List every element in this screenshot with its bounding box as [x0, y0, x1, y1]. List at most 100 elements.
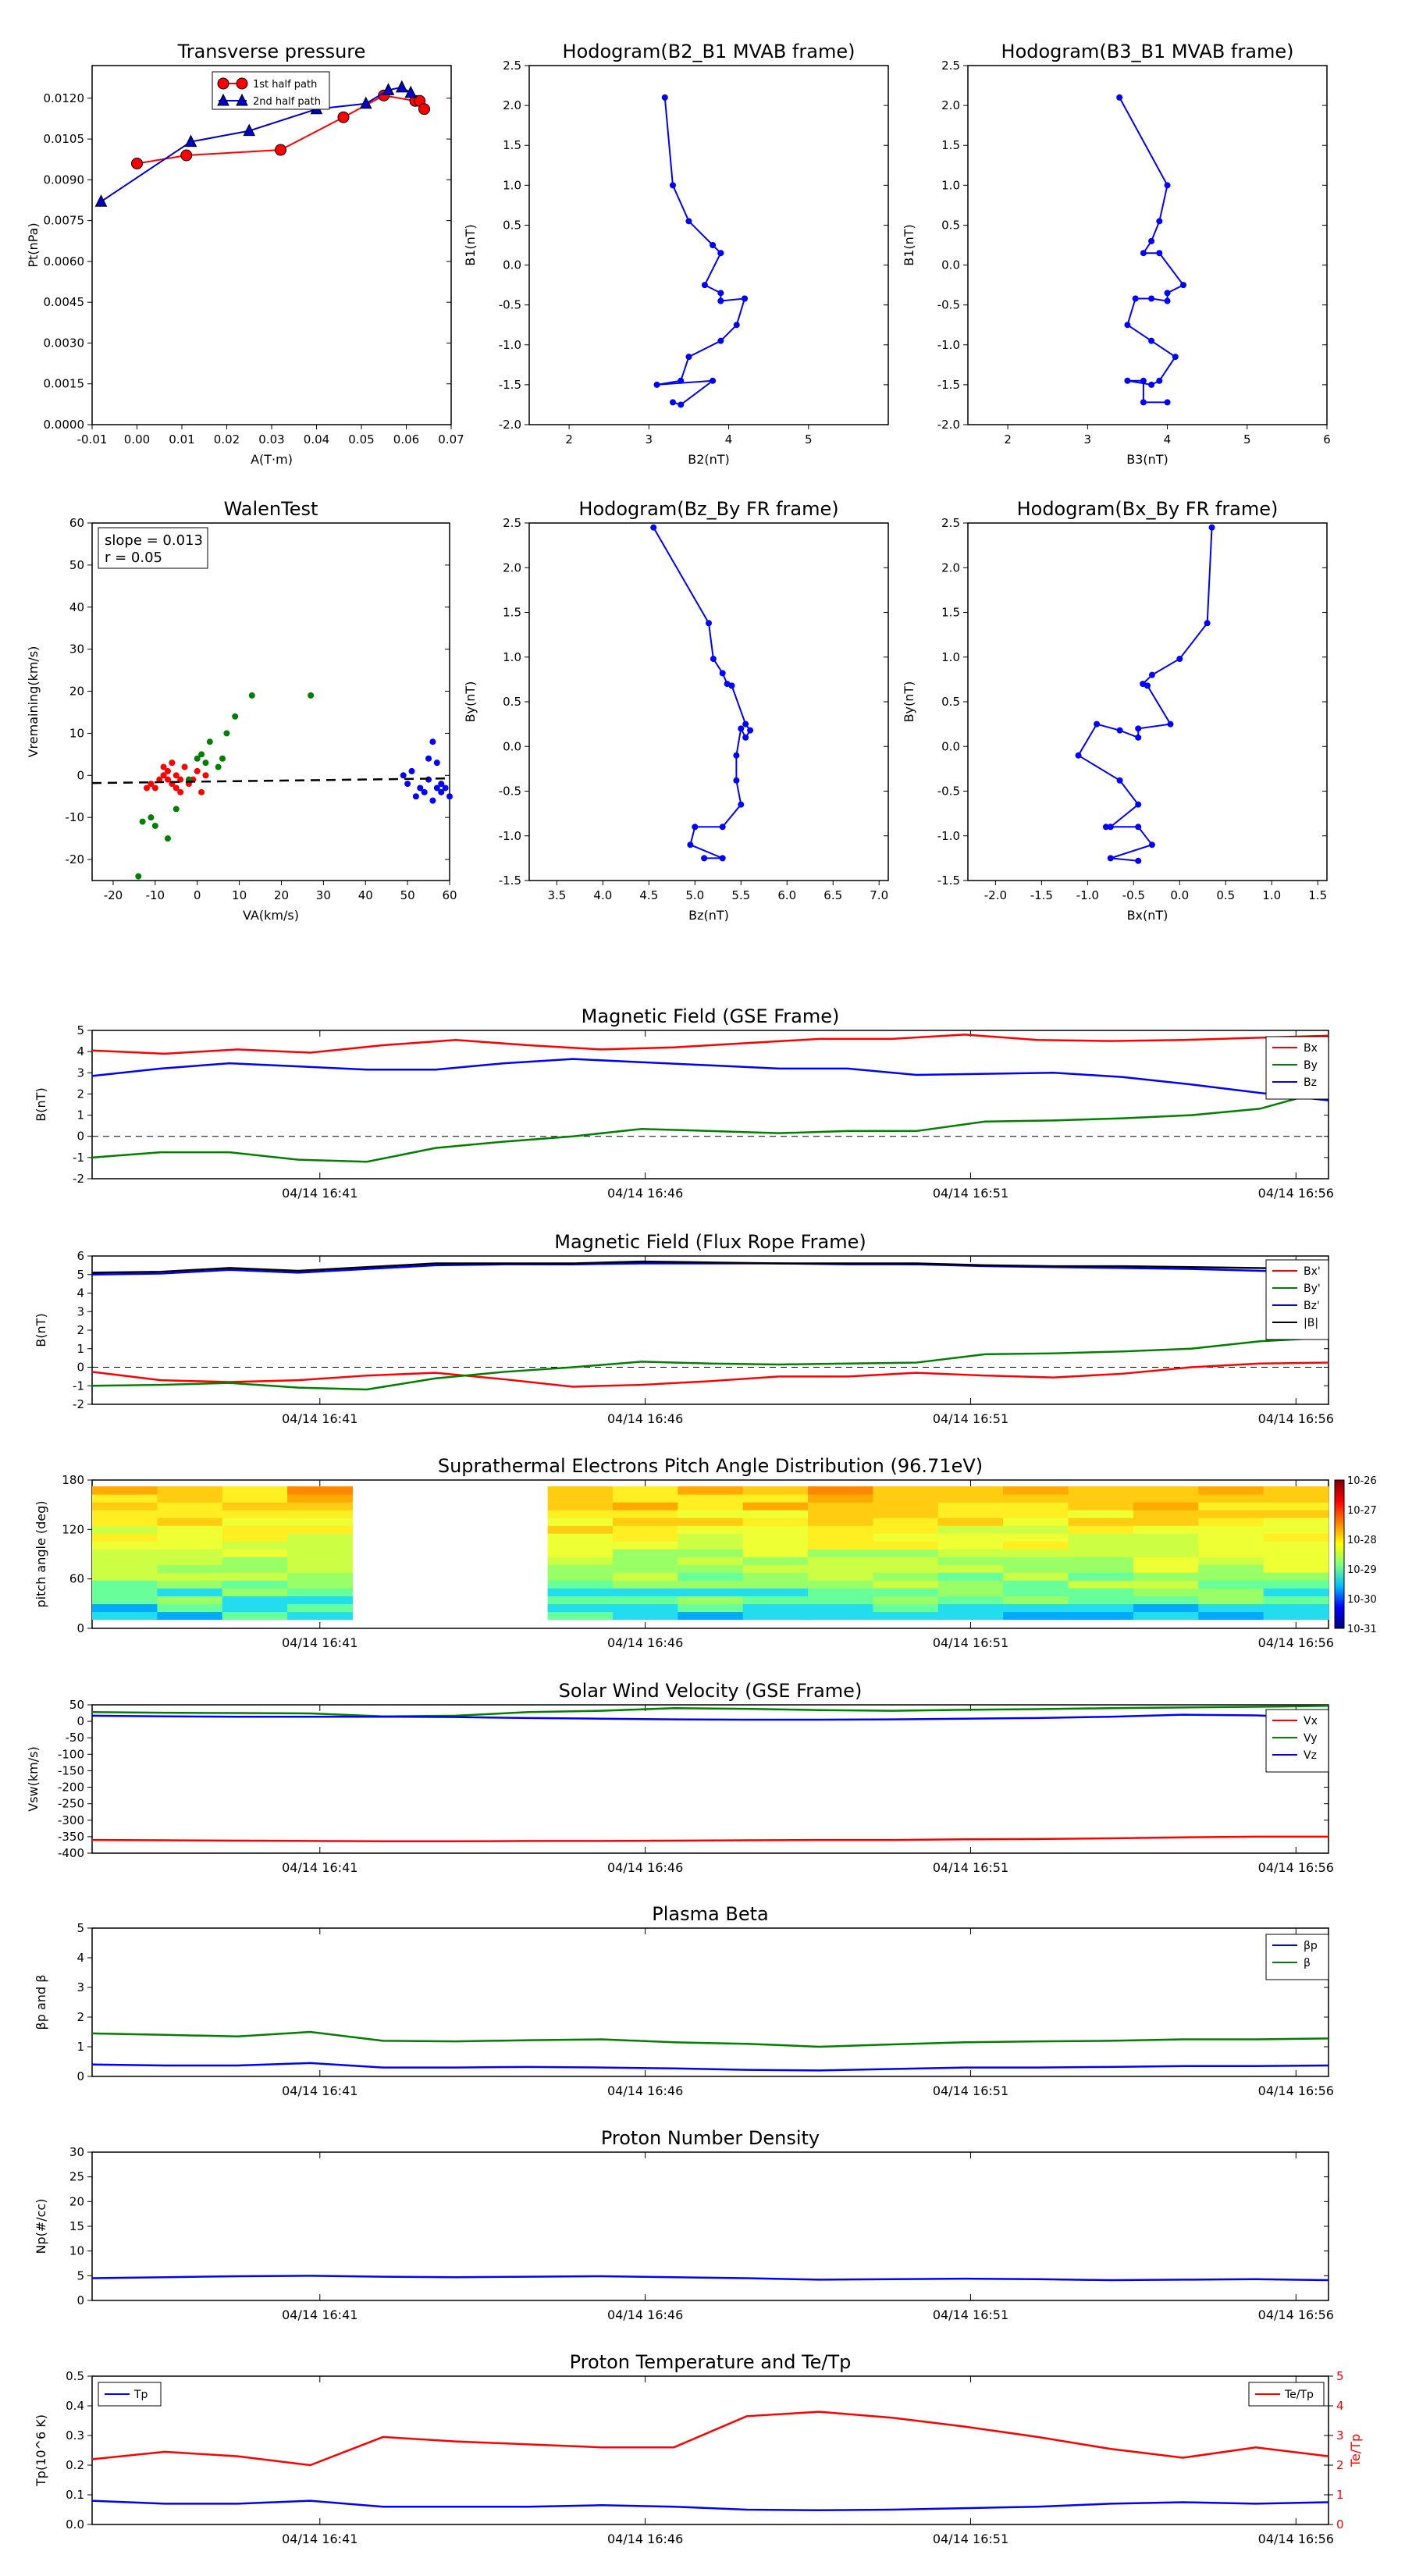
time-tick-label: 04/14 16:56: [1258, 2307, 1334, 2322]
time-tick-label: 04/14 16:56: [1258, 1860, 1334, 1875]
data-point: [661, 94, 668, 101]
x-tick-label: 4.0: [593, 888, 612, 902]
heatmap-cell: [222, 1549, 288, 1557]
heatmap-cell: [222, 1603, 288, 1613]
y-tick-label: 1: [76, 1342, 84, 1356]
heatmap-cell: [157, 1517, 223, 1526]
heatmap-cell: [1068, 1502, 1134, 1510]
heatmap-cell: [873, 1611, 939, 1621]
heatmap-cell: [222, 1596, 288, 1605]
heatmap-cell: [1068, 1549, 1134, 1557]
heatmap-cell: [1003, 1549, 1069, 1557]
chart-title: Plasma Beta: [652, 1903, 768, 1925]
y-tick-label: 1.5: [503, 138, 521, 152]
data-point: [1156, 218, 1163, 225]
heatmap-cell: [1133, 1572, 1199, 1581]
heatmap-cell: [222, 1580, 288, 1589]
data-point: [1164, 297, 1171, 304]
y-tick-label: 50: [69, 1698, 84, 1712]
data-point: [395, 80, 408, 93]
data-point: [1148, 381, 1155, 388]
x-tick-label: -10: [146, 888, 165, 902]
heatmap-cell: [1263, 1502, 1329, 1510]
heatmap-cell: [1133, 1603, 1199, 1613]
heatmap-cell: [1198, 1486, 1264, 1495]
data-point: [733, 777, 740, 784]
heatmap-cell: [1003, 1494, 1069, 1503]
data-point: [202, 760, 209, 767]
y-tick-label: 0.0: [941, 258, 960, 272]
time-tick-label: 04/14 16:51: [933, 2307, 1008, 2322]
chart-title: Transverse pressure: [177, 41, 366, 62]
heatmap-cell: [1133, 1541, 1199, 1550]
data-point: [710, 242, 717, 248]
heatmap-cell: [742, 1596, 809, 1605]
y-tick-label: -0.5: [499, 785, 521, 799]
y-tick-label: 1.0: [941, 178, 960, 192]
legend-label: βp: [1304, 1940, 1318, 1952]
heatmap-cell: [547, 1611, 614, 1621]
y-tick-label: 2: [76, 1087, 84, 1101]
y-axis-label: B(nT): [34, 1087, 48, 1121]
heatmap-cell: [1068, 1510, 1134, 1518]
heatmap-cell: [1263, 1596, 1329, 1605]
heatmap-cell: [808, 1510, 873, 1518]
heatmap-cell: [612, 1611, 678, 1621]
heatmap-cell: [937, 1541, 1004, 1550]
heatmap-cell: [1068, 1580, 1134, 1589]
heatmap-cell: [287, 1580, 353, 1589]
heatmap-cell: [157, 1603, 223, 1613]
data-point: [151, 822, 158, 829]
heatmap-cell: [742, 1572, 809, 1581]
x-tick-label: -1.5: [1030, 888, 1053, 902]
data-point: [148, 814, 155, 821]
y-tick-label: 180: [62, 1473, 84, 1487]
y-tick-label: 60: [69, 1572, 84, 1586]
heatmap-cell: [1068, 1572, 1134, 1581]
data-point: [173, 806, 180, 813]
series-line-0: [91, 1034, 1329, 1055]
x-tick-label: 0.03: [258, 432, 284, 447]
data-point: [1132, 295, 1139, 302]
y-axis-label: Vsw(km/s): [26, 1746, 41, 1811]
heatmap-cell: [937, 1557, 1004, 1565]
y-tick-label: 0.1: [66, 2488, 84, 2502]
heatmap-cell: [1198, 1572, 1264, 1581]
data-point: [685, 218, 692, 225]
y-tick-label: -1: [73, 1379, 84, 1393]
data-point: [1148, 337, 1155, 344]
y-tick-label: -2.0: [499, 418, 521, 432]
heatmap-cell: [92, 1603, 158, 1613]
plot-frame: [528, 65, 889, 425]
x-tick-label: 0.01: [169, 432, 194, 447]
heatmap-cell: [742, 1564, 809, 1573]
x-axis-label: VA(km/s): [243, 908, 299, 923]
heatmap-cell: [612, 1557, 678, 1565]
heatmap-cell: [1133, 1510, 1199, 1518]
data-point: [1172, 354, 1179, 361]
data-point: [164, 835, 171, 842]
heatmap-cell: [222, 1525, 288, 1534]
heatmap-cell: [873, 1580, 939, 1589]
y-tick-label: 5: [76, 1921, 84, 1935]
x-tick-label: 3: [1084, 432, 1092, 447]
chart-hodogram-bz-by: Hodogram(Bz_By FR frame) 3.5 4.0 4.5 5.0 5.5 6…: [463, 498, 889, 923]
heatmap-cell: [1263, 1486, 1329, 1495]
time-tick-label: 04/14 16:41: [282, 1186, 357, 1201]
heatmap-cell: [937, 1494, 1004, 1503]
chart-title: Hodogram(Bx_By FR frame): [1017, 498, 1279, 520]
legend-label: Vz: [1304, 1749, 1317, 1762]
time-tick-label: 04/14 16:51: [933, 1635, 1008, 1650]
data-point: [1107, 855, 1114, 862]
chart-title: Magnetic Field (GSE Frame): [582, 1005, 840, 1027]
heatmap-cell: [678, 1549, 744, 1557]
heatmap-cell: [222, 1486, 288, 1495]
heatmap-cell: [1263, 1533, 1329, 1542]
x-tick-label: 2: [565, 432, 573, 447]
y-tick-label: -250: [58, 1797, 84, 1811]
data-point: [248, 692, 255, 699]
chart-title: Magnetic Field (Flux Rope Frame): [554, 1231, 866, 1253]
x-tick-label: 4: [1164, 432, 1172, 447]
colorbar-tick-label: 10-30: [1347, 1594, 1377, 1606]
data-point: [701, 282, 708, 289]
